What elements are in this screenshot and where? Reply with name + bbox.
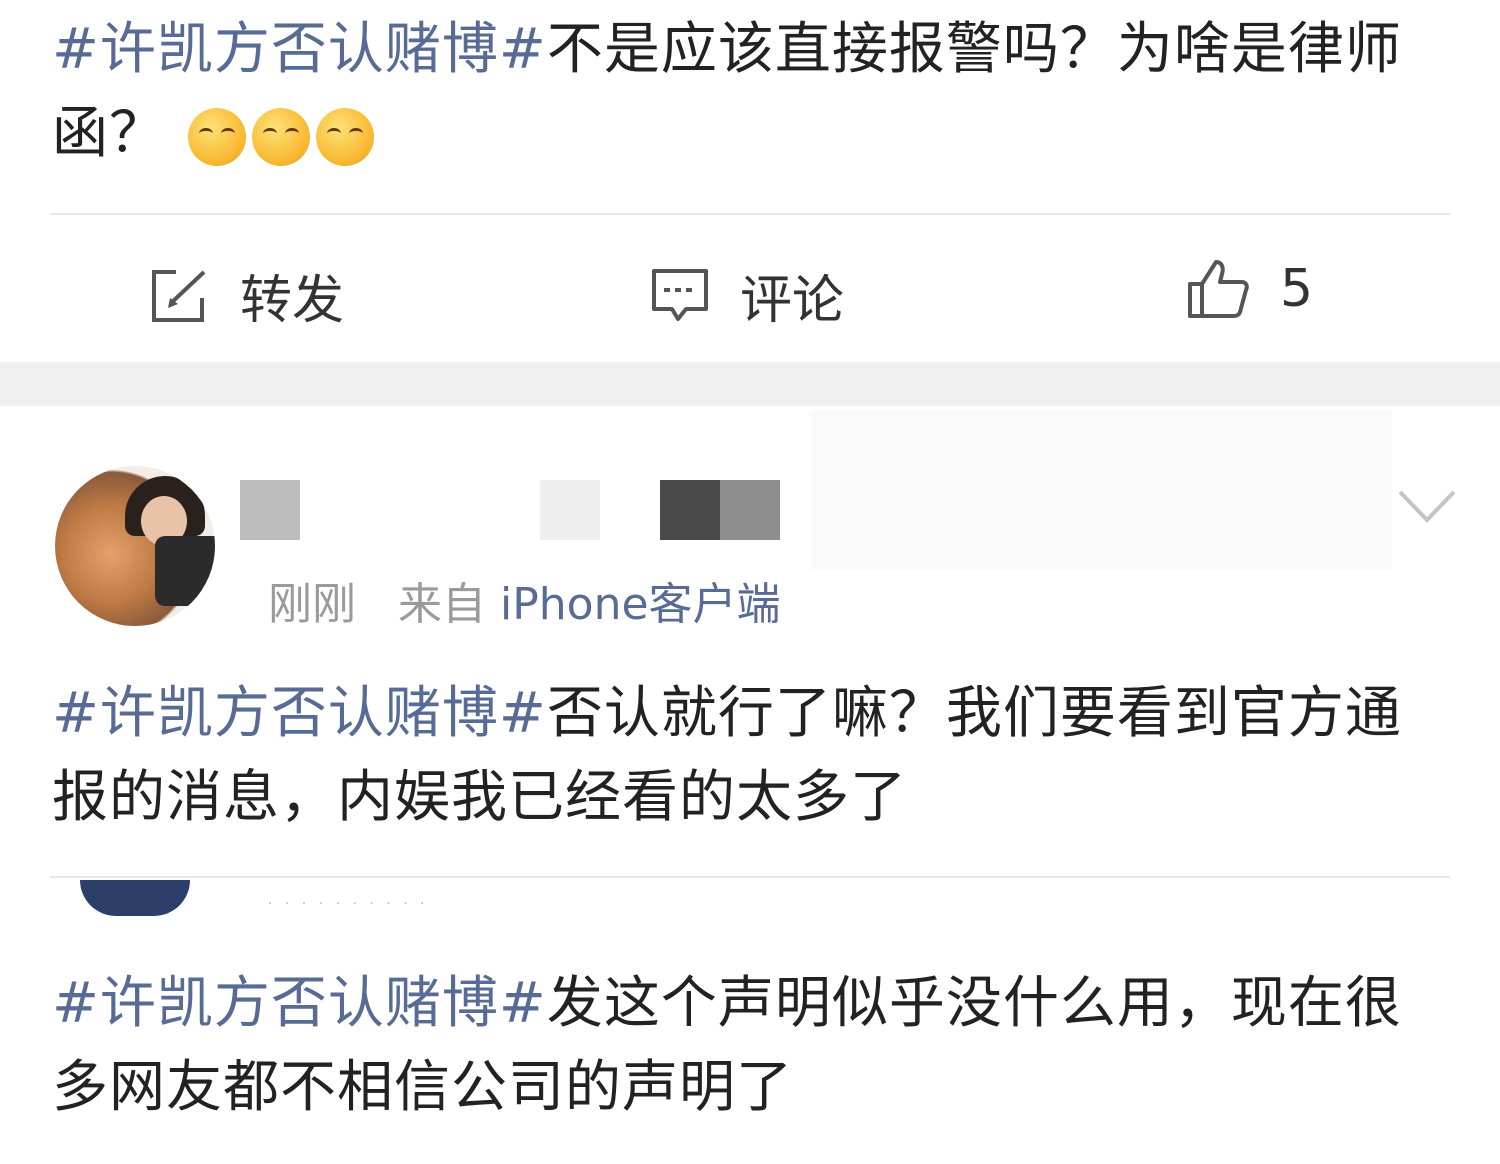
like-button[interactable]: 5 [1186,258,1313,320]
post-meta: 刚刚 来自 iPhone客户端 [268,568,781,632]
chevron-down-icon[interactable] [1396,486,1458,526]
client-link[interactable]: iPhone客户端 [500,579,781,630]
comment-icon [652,268,708,321]
repost-label: 转发 [240,271,345,331]
post-source: 来自 iPhone客户端 [398,579,781,630]
smirk-emoji-icon [188,107,246,166]
redaction-block [812,410,1392,570]
like-count: 5 [1280,259,1314,319]
thumbs-up-icon [1188,260,1249,318]
divider [50,876,1450,878]
post-time: 刚刚 [268,579,356,630]
topic-link[interactable]: #许凯方否认赌博# [52,681,547,746]
redaction-block [540,480,600,540]
emoji-group [188,107,374,166]
post-text: #许凯方否认赌博#不是应该直接报警吗？为啥是律师函？ [52,8,1452,176]
avatar[interactable] [55,466,215,626]
repost-icon [152,269,206,322]
redaction-block [660,480,720,540]
comment-button[interactable]: 评论 [650,258,844,333]
post-text: #许凯方否认赌博#否认就行了嘛？我们要看到官方通报的消息，内娱我已经看的太多了 [52,672,1452,840]
topic-link[interactable]: #许凯方否认赌博# [52,17,547,82]
smirk-emoji-icon [252,107,310,166]
topic-link[interactable]: #许凯方否认赌博# [52,971,547,1036]
smirk-emoji-icon [316,107,374,166]
redaction-block [720,480,780,540]
repost-button[interactable]: 转发 [148,258,344,333]
avatar[interactable] [80,880,190,916]
section-separator [0,362,1500,406]
redaction-block [240,480,300,540]
comment-label: 评论 [740,271,845,331]
divider [50,213,1450,215]
post-meta-cut: · · · · · · · · · · [268,896,429,912]
post-text: #许凯方否认赌博#发这个声明似乎没什么用，现在很多网友都不相信公司的声明了 [52,962,1452,1130]
